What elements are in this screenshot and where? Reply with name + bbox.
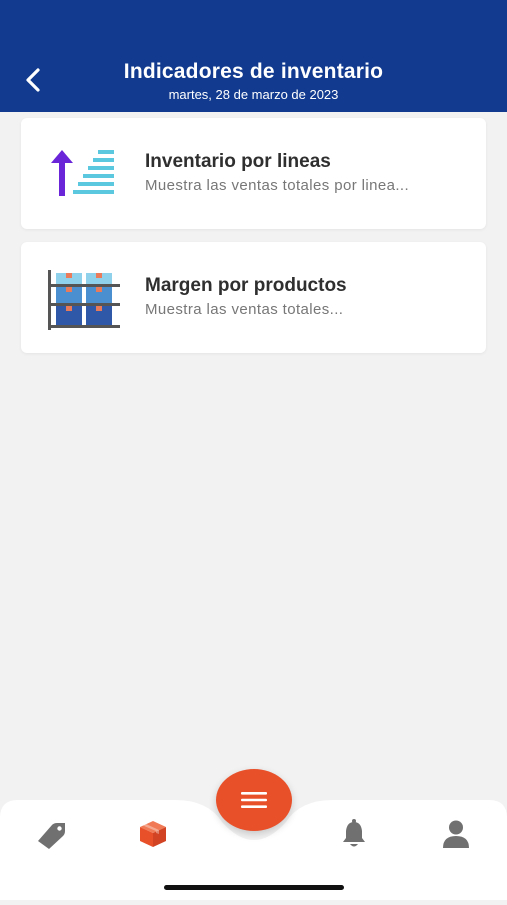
card-title: Margen por productos	[145, 275, 347, 296]
inventory-lines-icon	[46, 146, 121, 206]
tag-icon	[38, 823, 65, 849]
user-icon	[443, 820, 469, 848]
bell-icon	[343, 819, 365, 847]
home-indicator	[164, 885, 344, 890]
tab-notifications[interactable]	[334, 814, 374, 854]
menu-fab-button[interactable]	[216, 769, 292, 831]
menu-icon	[241, 792, 267, 808]
card-description: Muestra las ventas totales...	[145, 301, 344, 318]
card-description: Muestra las ventas totales por linea...	[145, 177, 410, 194]
tab-profile[interactable]	[436, 814, 476, 854]
box-icon	[140, 821, 166, 847]
card-inventario-por-lineas[interactable]: Inventario por lineas Muestra las ventas…	[21, 118, 486, 229]
app-header: Indicadores de inventario martes, 28 de …	[0, 0, 507, 112]
card-margen-por-productos[interactable]: Margen por productos Muestra las ventas …	[21, 242, 486, 353]
card-title: Inventario por lineas	[145, 151, 331, 172]
product-shelf-icon	[46, 270, 121, 330]
tab-tags[interactable]	[32, 814, 72, 854]
page-date: martes, 28 de marzo de 2023	[168, 87, 339, 102]
tab-inventory[interactable]	[133, 814, 173, 854]
page-title: Indicadores de inventario	[123, 60, 384, 83]
